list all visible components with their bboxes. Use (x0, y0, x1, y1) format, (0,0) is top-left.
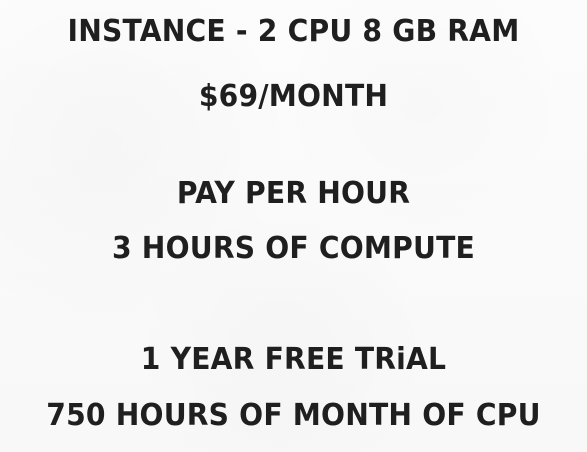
monthly-price-text: $69/MONTH (198, 79, 389, 114)
free-trial-text: 1 YEAR FREE TRiAL (140, 342, 447, 377)
compute-hours-text: 3 HOURS OF COMPUTE (111, 231, 475, 266)
instance-spec-text: INSTANCE - 2 CPU 8 GB RAM (67, 14, 520, 49)
cpu-hours-text: 750 HOURS OF MONTH OF CPU (46, 398, 541, 433)
paper-background (0, 0, 587, 452)
pricing-note-canvas: { "note": { "lines": [ "INSTANCE - 2 CPU… (0, 0, 587, 452)
pay-per-hour-text: PAY PER HOUR (176, 176, 411, 211)
